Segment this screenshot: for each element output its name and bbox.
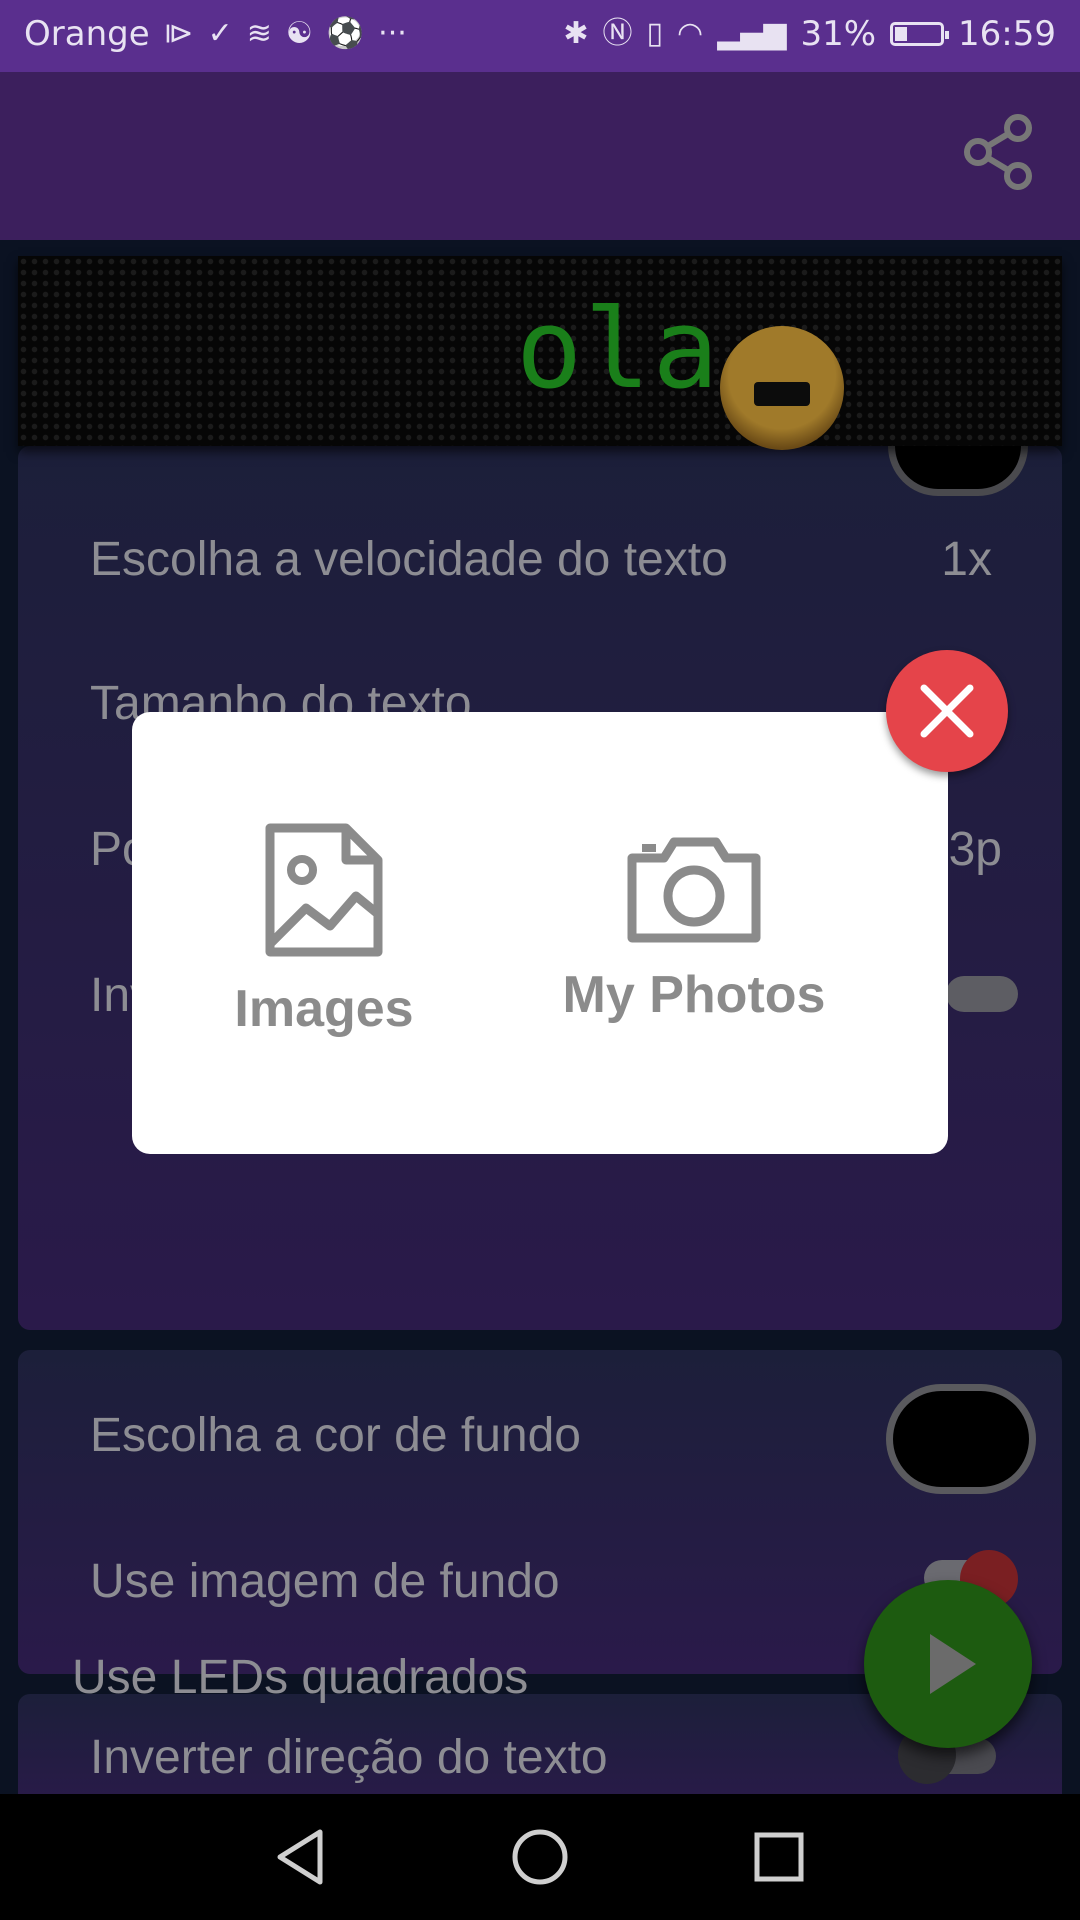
yinyang-icon: ☯ bbox=[285, 16, 313, 51]
play-button[interactable] bbox=[864, 1580, 1032, 1748]
close-dialog-button[interactable] bbox=[886, 650, 1008, 772]
check-icon: ✓ bbox=[207, 16, 233, 51]
battery-percent: 31% bbox=[800, 14, 877, 54]
speed-label: Escolha a velocidade do texto bbox=[90, 533, 728, 586]
signal-icon: ▂▄▆ bbox=[717, 16, 787, 51]
video-icon: ⧐ bbox=[163, 16, 194, 51]
background-color-swatch[interactable] bbox=[886, 1384, 1036, 1494]
image-icon bbox=[265, 823, 383, 957]
position-value[interactable]: 3p bbox=[949, 822, 1002, 877]
background-image-label: Use imagem de fundo bbox=[90, 1555, 560, 1608]
bluetooth-icon: ✱ bbox=[563, 16, 589, 51]
battery-icon bbox=[890, 22, 950, 46]
carrier-name: Orange bbox=[24, 14, 150, 54]
sunglasses-emoji-icon bbox=[720, 326, 844, 450]
my-photos-label: My Photos bbox=[562, 966, 826, 1024]
background-color-label: Escolha a cor de fundo bbox=[90, 1409, 581, 1462]
square-leds-label: Use LEDs quadrados bbox=[72, 1651, 529, 1704]
led-preview: ola bbox=[18, 256, 1062, 450]
camera-icon bbox=[627, 837, 761, 943]
play-icon bbox=[930, 1634, 976, 1694]
share-icon[interactable] bbox=[960, 112, 1040, 192]
home-icon[interactable] bbox=[507, 1824, 573, 1890]
speed-value[interactable]: 1x bbox=[941, 532, 992, 587]
toggle-track[interactable] bbox=[946, 976, 1018, 1012]
close-icon bbox=[920, 684, 974, 738]
image-source-dialog: Images My Photos bbox=[132, 712, 948, 1154]
vibrate-icon: ▯ bbox=[646, 16, 664, 51]
clock: 16:59 bbox=[958, 14, 1056, 54]
soccer-icon: ⚽ bbox=[326, 16, 365, 51]
images-label: Images bbox=[234, 980, 414, 1038]
wifi-icon: ◠ bbox=[677, 16, 704, 51]
navigation-bar bbox=[0, 1794, 1080, 1920]
led-text: ola bbox=[516, 285, 721, 413]
status-bar: Orange ⧐ ✓ ≋ ☯ ⚽ ··· ✱ Ⓝ ▯ ◠ ▂▄▆ 31% 16:… bbox=[0, 0, 1080, 72]
my-photos-option[interactable]: My Photos bbox=[544, 822, 844, 1025]
images-option[interactable]: Images bbox=[174, 822, 474, 1039]
swiftkey-icon: ≋ bbox=[246, 16, 272, 51]
nfc-icon: Ⓝ bbox=[602, 16, 633, 51]
app-toolbar bbox=[0, 72, 1080, 240]
recents-icon[interactable] bbox=[746, 1824, 812, 1890]
back-icon[interactable] bbox=[268, 1824, 334, 1890]
invert-direction-label: Inverter direção do texto bbox=[90, 1731, 608, 1784]
more-icon: ··· bbox=[378, 16, 407, 51]
